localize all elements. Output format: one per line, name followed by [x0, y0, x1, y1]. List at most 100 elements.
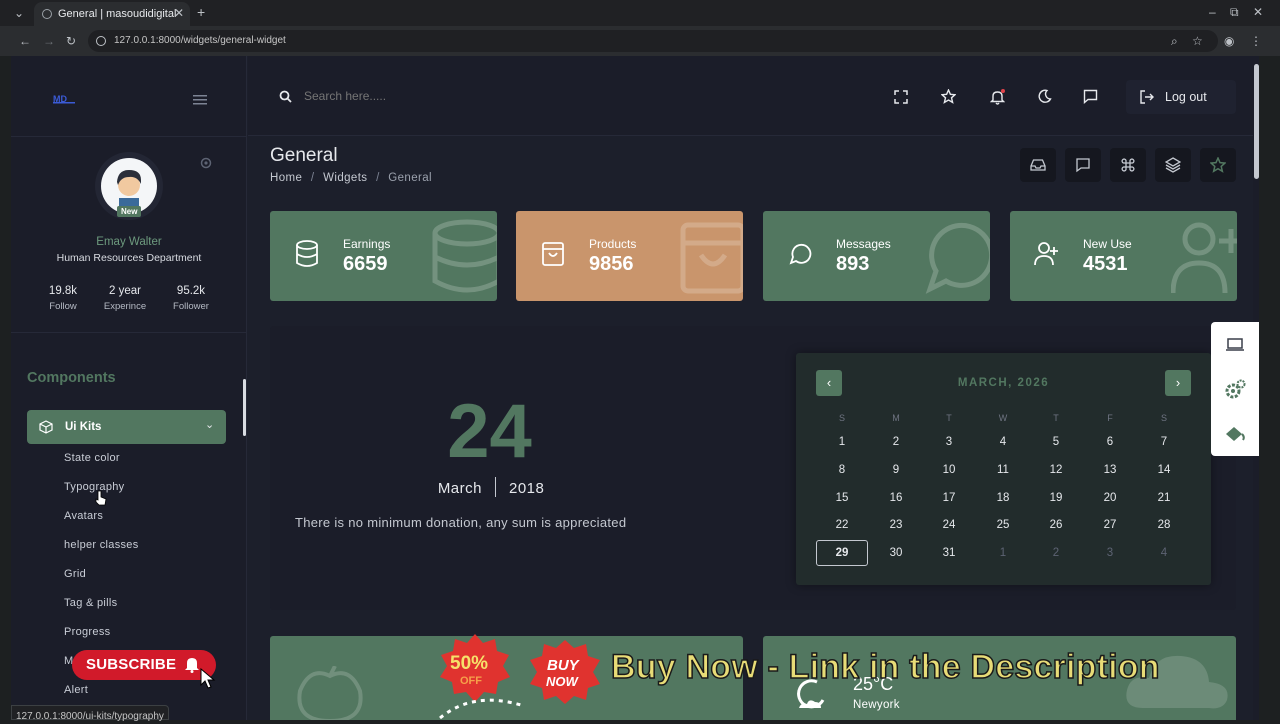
tab-close-icon[interactable]: ✕	[174, 6, 184, 20]
sidebar-item-grid[interactable]: Grid	[64, 568, 86, 580]
browser-tab[interactable]: General | masoudidigital	[34, 2, 190, 26]
site-info-icon[interactable]	[96, 36, 106, 46]
comment-button[interactable]	[1065, 148, 1101, 182]
calendar-next-button[interactable]: ›	[1165, 370, 1191, 396]
logo[interactable]: MD	[53, 91, 75, 104]
fullscreen-icon[interactable]	[894, 90, 908, 109]
calendar-day[interactable]: 10	[923, 464, 975, 476]
browser-menu-icon[interactable]: ⋮	[1250, 34, 1262, 48]
calendar-day[interactable]: 24	[923, 519, 975, 531]
favorite-button[interactable]	[1200, 148, 1236, 182]
avatar[interactable]: New	[95, 152, 163, 220]
calendar-day[interactable]: 27	[1084, 519, 1136, 531]
page-scrollbar-thumb[interactable]	[1254, 64, 1259, 179]
calendar-day[interactable]: 3	[1084, 547, 1136, 559]
calendar-day[interactable]: 4	[977, 436, 1029, 448]
paint-bucket-icon[interactable]	[1224, 425, 1246, 448]
profile-stat-experience: 2 year Experince	[95, 285, 155, 312]
calendar-day[interactable]: 22	[816, 519, 868, 531]
calendar-day[interactable]: 25	[977, 519, 1029, 531]
calendar-day[interactable]: 1	[816, 436, 868, 448]
url-field[interactable]: 127.0.0.1:8000/widgets/general-widget	[88, 30, 1218, 52]
calendar-day[interactable]: 14	[1138, 464, 1190, 476]
inbox-button[interactable]	[1020, 148, 1056, 182]
database-bg-icon	[432, 219, 497, 293]
calendar-day-selected[interactable]: 29	[816, 540, 868, 566]
calendar-day[interactable]: 12	[1030, 464, 1082, 476]
stat-value: 6659	[343, 253, 388, 275]
sidebar-toggle-icon[interactable]	[193, 92, 207, 105]
calendar-day[interactable]: 2	[1030, 547, 1082, 559]
stat-card-messages[interactable]: Messages 893	[763, 211, 990, 301]
breadcrumb-widgets[interactable]: Widgets	[323, 172, 367, 184]
date-caption: There is no minimum donation, any sum is…	[295, 515, 627, 530]
search-input[interactable]	[304, 86, 544, 106]
calendar-day[interactable]: 20	[1084, 492, 1136, 504]
stat-card-earnings[interactable]: Earnings 6659	[270, 211, 497, 301]
layout-laptop-icon[interactable]	[1225, 337, 1245, 358]
forward-icon[interactable]: →	[43, 34, 55, 48]
calendar-day[interactable]: 3	[923, 436, 975, 448]
back-icon[interactable]: ←	[19, 34, 31, 48]
window-minimize-icon[interactable]: –	[1209, 5, 1216, 19]
calendar-day[interactable]: 11	[977, 464, 1029, 476]
notification-bell-icon[interactable]	[989, 89, 1006, 110]
calendar-day[interactable]: 4	[1138, 547, 1190, 559]
calendar-day[interactable]: 28	[1138, 519, 1190, 531]
sidebar-item-state-color[interactable]: State color	[64, 452, 120, 464]
calendar-day[interactable]: 18	[977, 492, 1029, 504]
profile-icon[interactable]: ◉	[1224, 34, 1234, 48]
page-title: General	[270, 145, 338, 166]
new-tab-icon[interactable]: +	[197, 5, 205, 19]
calendar-day[interactable]: 16	[870, 492, 922, 504]
calendar-day[interactable]: 23	[870, 519, 922, 531]
tab-title: General | masoudidigital	[58, 8, 177, 20]
sidebar-item-tag-pills[interactable]: Tag & pills	[64, 597, 117, 609]
dark-mode-icon[interactable]	[1037, 89, 1052, 109]
stat-card-products[interactable]: Products 9856	[516, 211, 743, 301]
logout-button[interactable]: Log out	[1126, 80, 1236, 114]
stat-card-new-users[interactable]: New Use 4531	[1010, 211, 1237, 301]
layers-button[interactable]	[1155, 148, 1191, 182]
subscribe-button[interactable]: SUBSCRIBE	[72, 650, 216, 680]
calendar-day[interactable]: 30	[870, 547, 922, 559]
calendar-day[interactable]: 13	[1084, 464, 1136, 476]
calendar-day[interactable]: 8	[816, 464, 868, 476]
calendar-title: MARCH, 2026	[957, 377, 1050, 389]
calendar-day[interactable]: 1	[977, 547, 1029, 559]
calendar-day[interactable]: 7	[1138, 436, 1190, 448]
zoom-icon[interactable]: ⌕	[1171, 34, 1178, 48]
calendar-day[interactable]: 17	[923, 492, 975, 504]
calendar-day[interactable]: 21	[1138, 492, 1190, 504]
calendar-day[interactable]: 15	[816, 492, 868, 504]
profile-settings-icon[interactable]	[199, 156, 213, 175]
star-icon[interactable]	[940, 88, 957, 109]
stat-label: Experince	[103, 301, 147, 312]
calendar-day[interactable]: 19	[1030, 492, 1082, 504]
window-close-icon[interactable]: ✕	[1253, 5, 1263, 19]
calendar-day[interactable]: 9	[870, 464, 922, 476]
bookmark-star-icon[interactable]: ☆	[1192, 34, 1203, 48]
sidebar-group-ui-kits[interactable]: Ui Kits ⌄	[27, 410, 226, 444]
sidebar-item-alert[interactable]: Alert	[64, 684, 88, 696]
reload-icon[interactable]: ↻	[66, 34, 76, 48]
sidebar-item-progress[interactable]: Progress	[64, 626, 110, 638]
chat-icon[interactable]	[1083, 89, 1098, 109]
sidebar-item-helper-classes[interactable]: helper classes	[64, 539, 139, 551]
calendar-day[interactable]: 5	[1030, 436, 1082, 448]
sidebar-scrollbar[interactable]	[243, 379, 246, 436]
calendar-day[interactable]: 26	[1030, 519, 1082, 531]
tab-list-icon[interactable]: ⌄	[14, 6, 24, 20]
calendar-day[interactable]: 2	[870, 436, 922, 448]
command-button[interactable]	[1110, 148, 1146, 182]
weekday-header: S	[1160, 413, 1167, 423]
fruit-bg-icon	[297, 666, 363, 720]
tab-favicon-icon	[42, 9, 52, 19]
date-month: March	[437, 480, 482, 497]
calendar-day[interactable]: 31	[923, 547, 975, 559]
calendar-day[interactable]: 6	[1084, 436, 1136, 448]
settings-gear-icon[interactable]	[1224, 379, 1246, 406]
window-restore-icon[interactable]: ⧉	[1230, 5, 1239, 19]
sidebar-item-avatars[interactable]: Avatars	[64, 510, 103, 522]
breadcrumb-home[interactable]: Home	[270, 172, 302, 184]
